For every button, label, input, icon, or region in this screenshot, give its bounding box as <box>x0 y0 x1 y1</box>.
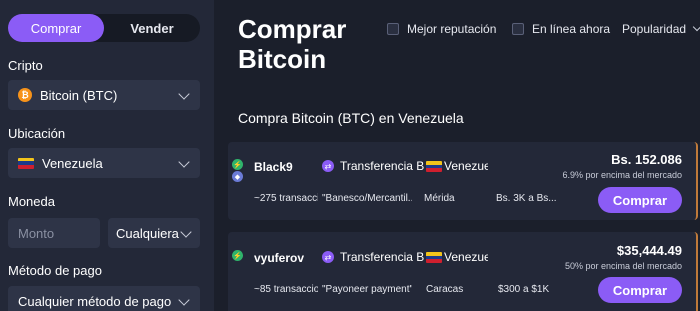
filter-best-reputation[interactable]: Mejor reputación <box>387 22 496 36</box>
chevron-down-icon <box>178 88 190 100</box>
payment-method: Transferencia B <box>340 250 425 264</box>
location-value: Venezuela <box>42 155 103 171</box>
venezuela-flag-icon <box>426 252 442 263</box>
payment-method-icon: ⇄ <box>322 251 334 263</box>
buy-button[interactable]: Comprar <box>598 187 682 213</box>
offer-limits: $300 a $1K <box>498 284 550 295</box>
offer-limits: Bs. 3K a Bs.... <box>496 193 556 204</box>
currency-label: Moneda <box>8 194 55 209</box>
offer-price: $35,444.49 <box>616 243 682 258</box>
offer-card: ⚡ ◆ Black9 ⇄ Transferencia B Venezue Bs.… <box>228 142 698 220</box>
venezuela-flag-icon <box>18 157 34 169</box>
offer-country: Venezue <box>444 250 488 264</box>
seller-name[interactable]: vyuferov <box>254 251 304 265</box>
chevron-down-icon <box>178 156 190 168</box>
section-title: Compra Bitcoin (BTC) en Venezuela <box>238 110 464 126</box>
payment-select[interactable]: Cualquier método de pago <box>8 286 200 311</box>
venezuela-flag-icon <box>426 161 442 172</box>
location-select[interactable]: Venezuela <box>8 148 200 178</box>
offer-country: Venezue <box>444 159 488 173</box>
trade-count: ~85 transaccio <box>254 284 318 295</box>
market-premium: 6.9% por encima del mercado <box>562 170 682 180</box>
crypto-label: Cripto <box>8 58 43 73</box>
offer-terms: "Payoneer payment" <box>322 284 412 295</box>
payment-method-icon: ⇄ <box>322 160 334 172</box>
filter-sidebar: Comprar Vender Cripto ₿ Bitcoin (BTC) Ub… <box>0 0 214 311</box>
location-label: Ubicación <box>8 126 66 141</box>
buy-tab[interactable]: Comprar <box>8 14 104 42</box>
market-premium: 50% por encima del mercado <box>564 261 682 271</box>
sell-tab[interactable]: Vender <box>104 14 200 42</box>
currency-select[interactable]: Cualquiera <box>108 218 200 248</box>
reputation-checkbox[interactable] <box>387 23 399 35</box>
offer-price: Bs. 152.086 <box>611 152 682 167</box>
crypto-value: Bitcoin (BTC) <box>40 87 118 103</box>
buy-button[interactable]: Comprar <box>598 277 682 303</box>
payment-value: Cualquier método de pago <box>18 293 172 309</box>
bitcoin-icon: ₿ <box>18 88 32 102</box>
offer-city: Mérida <box>424 193 455 204</box>
verified-badge-icon: ⚡ <box>232 250 243 261</box>
amount-input[interactable]: Monto <box>8 218 100 248</box>
chevron-down-icon <box>178 294 190 306</box>
offer-city: Caracas <box>426 284 464 295</box>
online-checkbox[interactable] <box>512 23 524 35</box>
offer-terms: "Banesco/Mercantil... <box>322 193 412 204</box>
chevron-down-icon <box>180 226 192 238</box>
trade-count: ~275 transaccio <box>254 193 318 204</box>
crypto-select[interactable]: ₿ Bitcoin (BTC) <box>8 80 200 110</box>
offer-card: ⚡ vyuferov ⇄ Transferencia B Venezue $35… <box>228 232 698 311</box>
chevron-down-icon <box>692 22 700 32</box>
payment-label: Método de pago <box>8 263 102 278</box>
buy-sell-toggle: Comprar Vender <box>8 14 200 42</box>
filter-online-now[interactable]: En línea ahora <box>512 22 610 36</box>
trusted-badge-icon: ◆ <box>232 171 243 182</box>
currency-value: Cualquiera <box>116 225 179 241</box>
page-title: Comprar Bitcoin <box>238 14 347 74</box>
verified-badge-icon: ⚡ <box>232 159 243 170</box>
payment-method: Transferencia B <box>340 159 425 173</box>
sort-dropdown[interactable]: Popularidad <box>622 22 700 36</box>
seller-name[interactable]: Black9 <box>254 160 293 174</box>
